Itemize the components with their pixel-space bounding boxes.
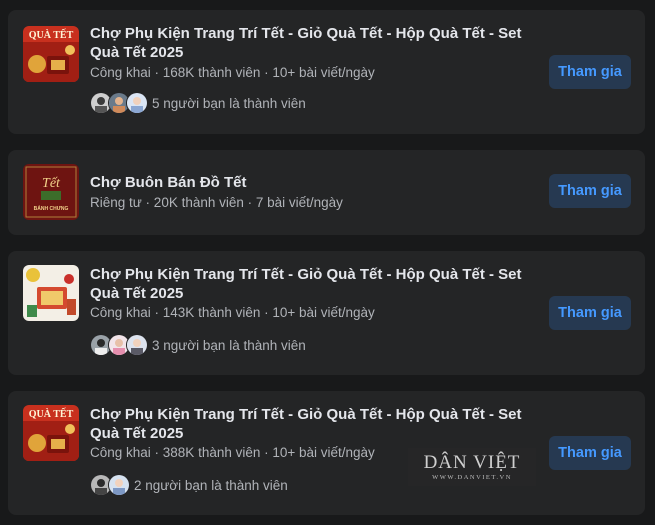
avatar[interactable] bbox=[126, 92, 148, 114]
join-button[interactable]: Tham gia bbox=[549, 55, 631, 89]
group-card: QUÀ TẾT Chợ Phụ Kiện Trang Trí Tết - Giỏ… bbox=[8, 391, 645, 515]
watermark-logo: DÂN VIỆT bbox=[423, 451, 521, 473]
friends-count-text: 3 người bạn là thành viên bbox=[152, 337, 306, 353]
group-meta: Công khai · 168K thành viên · 10+ bài vi… bbox=[90, 65, 375, 80]
group-title[interactable]: Chợ Buôn Bán Đồ Tết bbox=[90, 173, 540, 192]
group-title[interactable]: Chợ Phụ Kiện Trang Trí Tết - Giỏ Quà Tết… bbox=[90, 405, 540, 443]
friends-count-text: 2 người bạn là thành viên bbox=[134, 477, 288, 493]
friends-row: 2 người bạn là thành viên bbox=[90, 474, 288, 496]
thumbnail-label: QUÀ TẾT bbox=[29, 28, 74, 41]
friend-avatars bbox=[90, 474, 134, 496]
friend-avatars bbox=[90, 92, 152, 114]
group-thumbnail[interactable]: QUÀ TẾT bbox=[23, 405, 79, 461]
danviet-watermark: DÂN VIỆT WWW.DANVIET.VN bbox=[408, 448, 536, 486]
group-title[interactable]: Chợ Phụ Kiện Trang Trí Tết - Giỏ Quà Tết… bbox=[90, 265, 540, 303]
thumbnail-sublabel: BÁNH CHƯNG bbox=[34, 205, 69, 212]
friends-row: 5 người bạn là thành viên bbox=[90, 92, 306, 114]
group-card: Chợ Phụ Kiện Trang Trí Tết - Giỏ Quà Tết… bbox=[8, 251, 645, 375]
group-card: QUÀ TẾT Chợ Phụ Kiện Trang Trí Tết - Giỏ… bbox=[8, 10, 645, 134]
group-thumbnail[interactable] bbox=[23, 265, 79, 321]
friends-count-text: 5 người bạn là thành viên bbox=[152, 95, 306, 111]
friend-avatars bbox=[90, 334, 152, 356]
group-thumbnail[interactable]: QUÀ TẾT bbox=[23, 26, 79, 82]
group-meta: Công khai · 388K thành viên · 10+ bài vi… bbox=[90, 445, 375, 460]
join-button[interactable]: Tham gia bbox=[549, 436, 631, 470]
group-thumbnail[interactable]: Tết BÁNH CHƯNG bbox=[23, 164, 79, 220]
thumbnail-label: QUÀ TẾT bbox=[29, 407, 74, 420]
group-card: Tết BÁNH CHƯNG Chợ Buôn Bán Đồ Tết Riêng… bbox=[8, 150, 645, 235]
join-button[interactable]: Tham gia bbox=[549, 174, 631, 208]
join-button[interactable]: Tham gia bbox=[549, 296, 631, 330]
avatar[interactable] bbox=[126, 334, 148, 356]
watermark-url: WWW.DANVIET.VN bbox=[432, 473, 512, 481]
group-meta: Công khai · 143K thành viên · 10+ bài vi… bbox=[90, 305, 375, 320]
group-title[interactable]: Chợ Phụ Kiện Trang Trí Tết - Giỏ Quà Tết… bbox=[90, 24, 540, 62]
thumbnail-label: Tết bbox=[42, 176, 61, 191]
group-meta: Riêng tư · 20K thành viên · 7 bài viết/n… bbox=[90, 195, 343, 210]
avatar[interactable] bbox=[108, 474, 130, 496]
friends-row: 3 người bạn là thành viên bbox=[90, 334, 306, 356]
